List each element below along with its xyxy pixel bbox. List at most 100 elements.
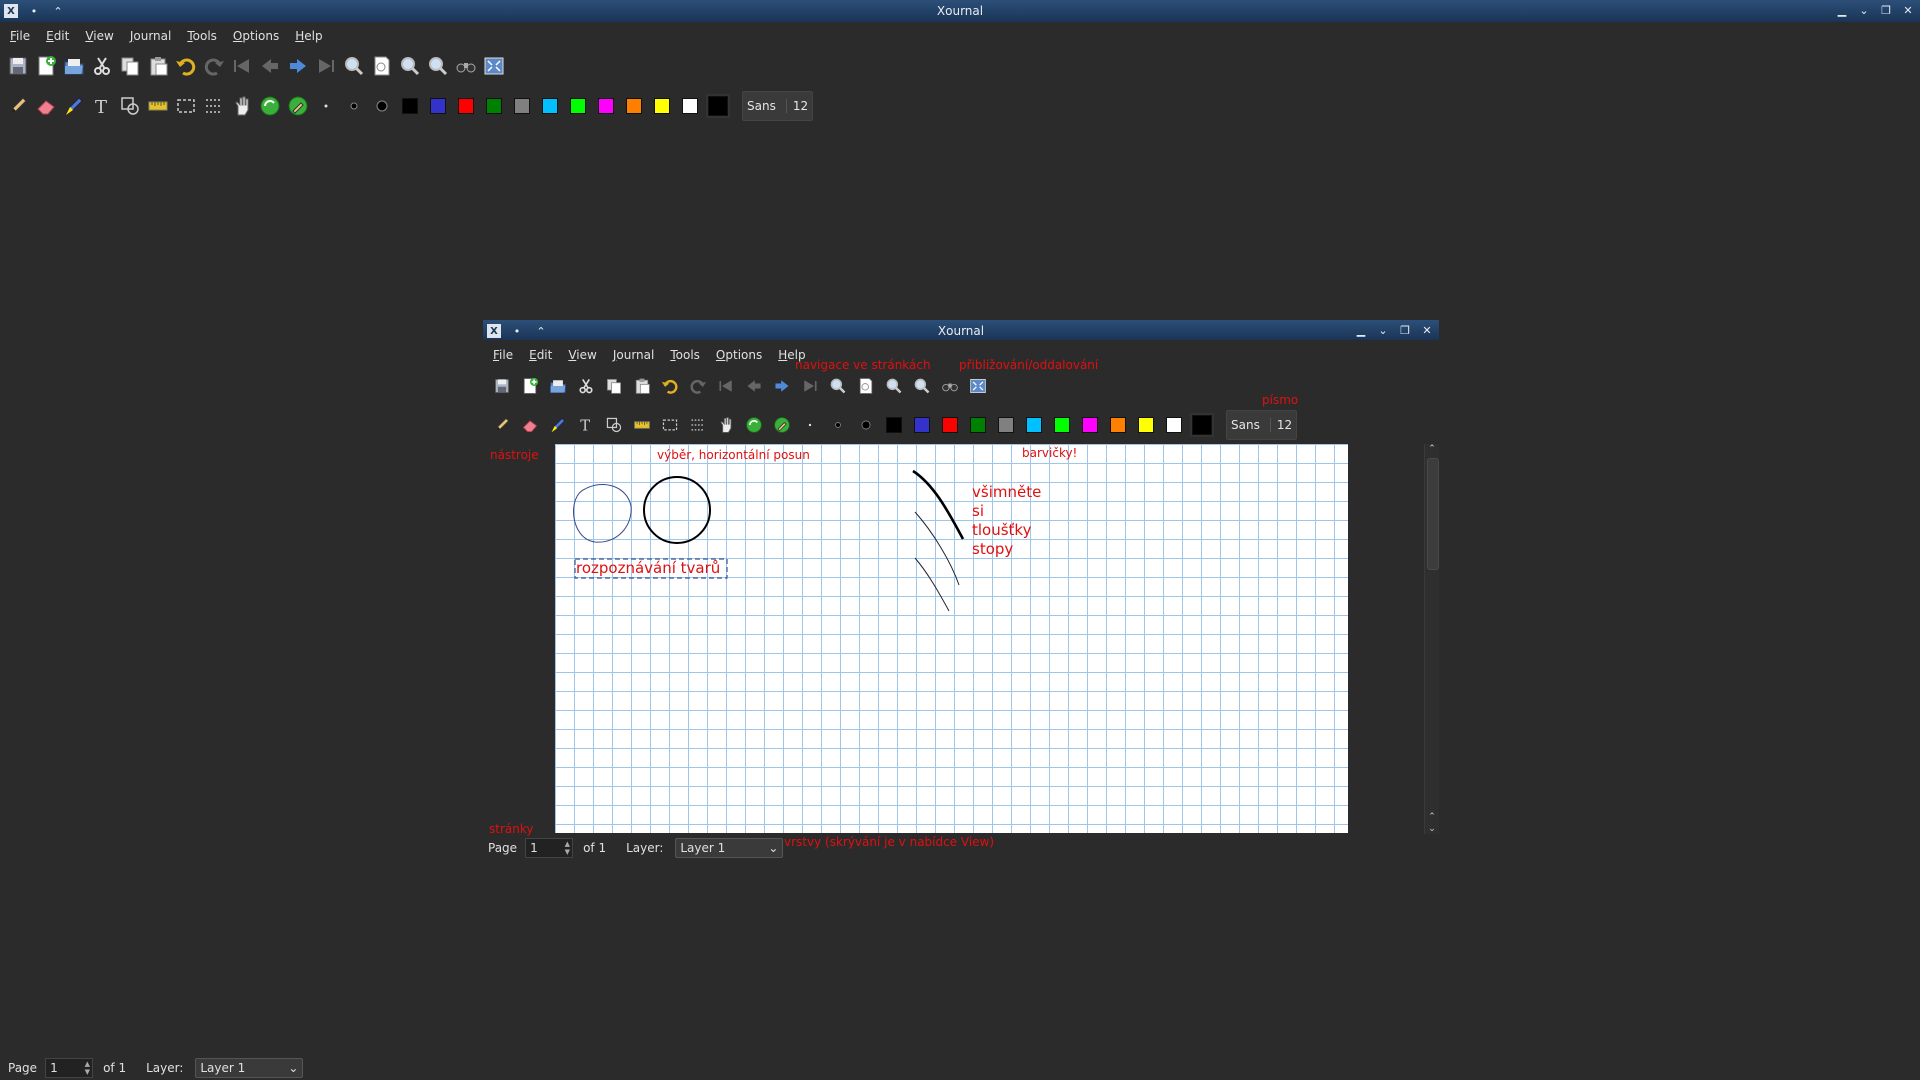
menu-journal[interactable]: Journal bbox=[122, 29, 180, 43]
color-red-swatch[interactable] bbox=[458, 98, 474, 114]
default-tool-icon[interactable] bbox=[256, 92, 284, 120]
save-icon[interactable] bbox=[4, 52, 32, 80]
previous-page-icon[interactable] bbox=[256, 52, 284, 80]
current-color-button[interactable] bbox=[706, 94, 730, 118]
menu-tools[interactable]: Tools bbox=[179, 29, 225, 43]
color-gray-swatch[interactable] bbox=[514, 98, 530, 114]
color-light-green-swatch[interactable] bbox=[570, 98, 586, 114]
note-line: stopy bbox=[972, 540, 1014, 558]
menu-view[interactable]: View bbox=[77, 29, 121, 43]
undo-icon[interactable] bbox=[172, 52, 200, 80]
color-yellow-swatch[interactable] bbox=[654, 98, 670, 114]
scroll-thumb bbox=[1427, 458, 1439, 570]
open-icon[interactable] bbox=[60, 52, 88, 80]
eraser-icon[interactable] bbox=[32, 92, 60, 120]
page-spinner[interactable]: 1 ▲ ▼ bbox=[45, 1058, 94, 1078]
select-rectangle-icon bbox=[656, 411, 684, 439]
redo-icon[interactable] bbox=[200, 52, 228, 80]
menu-journal: Journal bbox=[612, 348, 655, 362]
color-blue-swatch[interactable] bbox=[430, 98, 446, 114]
fullscreen-icon[interactable] bbox=[480, 52, 508, 80]
menu-edit: Edit bbox=[529, 348, 553, 362]
menu-tools: Tools bbox=[670, 348, 700, 362]
select-rectangle-icon[interactable] bbox=[172, 92, 200, 120]
new-page-icon[interactable] bbox=[32, 52, 60, 80]
color-magenta-swatch[interactable] bbox=[598, 98, 614, 114]
menu-file[interactable]: File bbox=[2, 29, 38, 43]
redo-icon bbox=[684, 372, 712, 400]
menu-file: File bbox=[493, 348, 514, 362]
maximize-icon[interactable]: ❐ bbox=[1878, 2, 1894, 18]
hand-icon[interactable] bbox=[228, 92, 256, 120]
main-toolbar bbox=[4, 52, 508, 80]
color-green-swatch bbox=[970, 417, 986, 433]
layer-select-value: Layer 1 bbox=[200, 1061, 246, 1075]
inner-vertical-scrollbar: ⌃ ⌃ ⌄ bbox=[1424, 444, 1439, 834]
default-pen-icon bbox=[768, 411, 796, 439]
spinner-arrows-icon[interactable]: ▲ ▼ bbox=[85, 1060, 90, 1076]
next-page-icon bbox=[768, 372, 796, 400]
note-line: všimněte bbox=[972, 483, 1042, 501]
layer-select[interactable]: Layer 1 ⌄ bbox=[195, 1058, 304, 1078]
scroll-down-icon: ⌄ bbox=[1428, 824, 1436, 834]
copy-icon[interactable] bbox=[116, 52, 144, 80]
window-titlebar: X • ⌃ Xournal ▁ ⌄ ❐ ✕ bbox=[0, 0, 1920, 22]
first-page-icon bbox=[712, 372, 740, 400]
zoom-in-icon[interactable] bbox=[396, 52, 424, 80]
menu-edit[interactable]: Edit bbox=[38, 29, 77, 43]
first-page-icon[interactable] bbox=[228, 52, 256, 80]
zoom-out-icon[interactable] bbox=[424, 52, 452, 80]
font-button[interactable]: Sans 12 bbox=[742, 91, 814, 121]
cut-icon[interactable] bbox=[88, 52, 116, 80]
close-icon[interactable]: ✕ bbox=[1900, 2, 1916, 18]
highlighter-icon bbox=[544, 411, 572, 439]
text-icon[interactable]: T bbox=[88, 92, 116, 120]
minimize-alt-icon[interactable]: ⌄ bbox=[1856, 2, 1872, 18]
inner-main-toolbar bbox=[488, 372, 992, 400]
color-black-swatch[interactable] bbox=[402, 98, 418, 114]
layer-select: Layer 1 ⌄ bbox=[675, 838, 784, 858]
color-green-swatch[interactable] bbox=[486, 98, 502, 114]
thin-icon[interactable] bbox=[312, 92, 340, 120]
next-page-icon[interactable] bbox=[284, 52, 312, 80]
color-orange-swatch bbox=[1110, 417, 1126, 433]
select-region-icon bbox=[684, 411, 712, 439]
font-button: Sans 12 bbox=[1226, 410, 1298, 440]
zoom-fit-icon[interactable] bbox=[340, 52, 368, 80]
thick-icon[interactable] bbox=[368, 92, 396, 120]
last-page-icon bbox=[796, 372, 824, 400]
shape-recognizer-icon[interactable] bbox=[116, 92, 144, 120]
annotation-layers: vrstvy (skrývání je v nabídce View) bbox=[784, 835, 995, 849]
page-spinner: 1 ▲ ▼ bbox=[525, 838, 574, 858]
ruler-icon[interactable] bbox=[144, 92, 172, 120]
highlighter-icon[interactable] bbox=[60, 92, 88, 120]
menu-help[interactable]: Help bbox=[287, 29, 330, 43]
shape-recognizer-icon bbox=[600, 411, 628, 439]
svg-text:T: T bbox=[580, 418, 590, 434]
color-orange-swatch[interactable] bbox=[626, 98, 642, 114]
annotation-navigation: navigace ve stránkách bbox=[795, 358, 931, 372]
color-white-swatch[interactable] bbox=[682, 98, 698, 114]
page-drawing bbox=[573, 469, 965, 612]
inner-minimize-icon: ▁ bbox=[1356, 323, 1366, 337]
color-blue-swatch bbox=[914, 417, 930, 433]
default-pen-icon[interactable] bbox=[284, 92, 312, 120]
page-label: Page bbox=[8, 1061, 38, 1075]
annotation-colors: barvičky! bbox=[1022, 446, 1078, 460]
zoom-fit-icon bbox=[824, 372, 852, 400]
page-width-icon[interactable] bbox=[368, 52, 396, 80]
menu-options: Options bbox=[715, 348, 763, 362]
medium-icon[interactable] bbox=[340, 92, 368, 120]
chevron-down-icon: ⌄ bbox=[288, 1061, 299, 1075]
scroll-up-icon: ⌃ bbox=[1428, 444, 1436, 454]
paste-icon[interactable] bbox=[144, 52, 172, 80]
menu-options[interactable]: Options bbox=[225, 29, 287, 43]
last-page-icon[interactable] bbox=[312, 52, 340, 80]
journal-page[interactable]: výběr, horizontální posun barvičky! všim… bbox=[555, 444, 1348, 833]
color-red-swatch bbox=[942, 417, 958, 433]
color-light-blue-swatch[interactable] bbox=[542, 98, 558, 114]
minimize-icon[interactable]: ▁ bbox=[1834, 2, 1850, 18]
select-region-icon[interactable] bbox=[200, 92, 228, 120]
binoculars-icon[interactable] bbox=[452, 52, 480, 80]
pen-icon[interactable] bbox=[4, 92, 32, 120]
